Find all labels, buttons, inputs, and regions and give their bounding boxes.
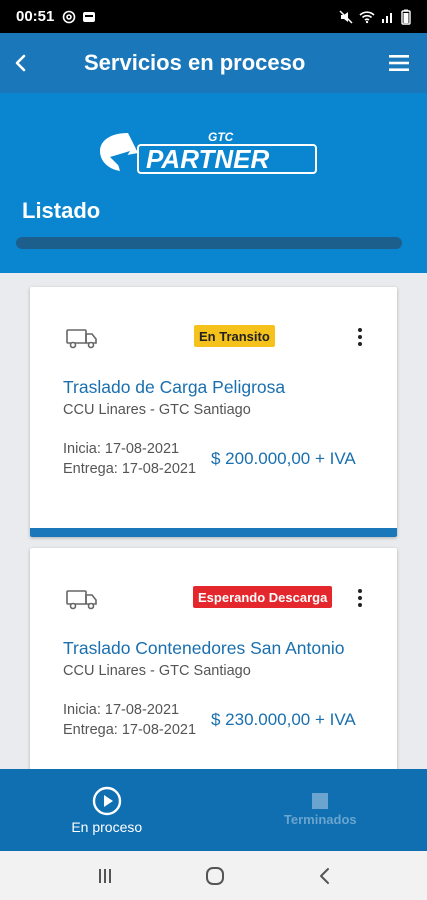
logo-big-text: PARTNER	[146, 144, 269, 174]
play-circle-icon	[92, 786, 121, 816]
system-navigation-bar	[0, 851, 427, 900]
start-date: Inicia: 17-08-2021	[63, 702, 180, 718]
at-sign-icon	[63, 10, 76, 23]
header-banner: GTC PARTNER Listado	[0, 93, 427, 273]
loading-bar	[16, 237, 402, 249]
more-vert-icon[interactable]	[357, 588, 363, 608]
logo-small-text: GTC	[208, 130, 234, 144]
status-badge: Esperando Descarga	[193, 586, 333, 608]
status-time: 00:51	[16, 8, 55, 25]
stop-square-icon	[312, 793, 329, 809]
start-date: Inicia: 17-08-2021	[63, 441, 180, 457]
page-title: Servicios en proceso	[84, 50, 306, 75]
service-title: Traslado Contenedores San Antonio	[63, 638, 345, 658]
gtc-partner-logo: GTC PARTNER	[100, 130, 317, 174]
menu-icon[interactable]	[387, 51, 411, 75]
recent-apps-icon[interactable]	[96, 867, 114, 885]
service-price: $ 230.000,00 + IVA	[211, 710, 356, 729]
home-icon[interactable]	[205, 866, 225, 886]
service-card[interactable]: En Transito Traslado de Carga Peligrosa …	[30, 287, 397, 537]
back-nav-icon[interactable]	[317, 866, 331, 886]
service-title: Traslado de Carga Peligrosa	[63, 377, 286, 397]
app-bar: Servicios en proceso	[0, 33, 427, 93]
status-badge: En Transito	[194, 325, 275, 347]
more-vert-icon[interactable]	[357, 327, 363, 347]
service-route: CCU Linares - GTC Santiago	[63, 402, 251, 418]
service-card[interactable]: Esperando Descarga Traslado Contenedores…	[30, 548, 397, 778]
back-button[interactable]	[0, 33, 40, 93]
bottom-navigation: En proceso Terminados	[0, 769, 427, 851]
nav-terminados[interactable]: Terminados	[214, 769, 427, 851]
list-title: Listado	[22, 198, 101, 223]
truck-icon	[66, 590, 97, 610]
status-bar: 00:51	[0, 0, 427, 33]
nav-label: Terminados	[283, 812, 357, 827]
wifi-icon	[359, 10, 375, 23]
card-accent-bar	[30, 528, 397, 537]
service-dates: Inicia: 17-08-2021 Entrega: 17-08-2021	[63, 439, 196, 479]
mute-icon	[339, 9, 353, 24]
service-dates: Inicia: 17-08-2021 Entrega: 17-08-2021	[63, 700, 196, 740]
nav-en-proceso[interactable]: En proceso	[0, 769, 214, 851]
battery-icon	[401, 9, 411, 25]
notification-icon	[83, 11, 96, 22]
delivery-date: Entrega: 17-08-2021	[63, 461, 197, 477]
signal-icon	[382, 12, 392, 23]
service-price: $ 200.000,00 + IVA	[211, 449, 356, 468]
truck-icon	[66, 329, 97, 349]
chevron-left-icon	[15, 54, 26, 72]
service-route: CCU Linares - GTC Santiago	[63, 663, 251, 679]
delivery-date: Entrega: 17-08-2021	[63, 722, 197, 738]
nav-label: En proceso	[71, 819, 143, 835]
